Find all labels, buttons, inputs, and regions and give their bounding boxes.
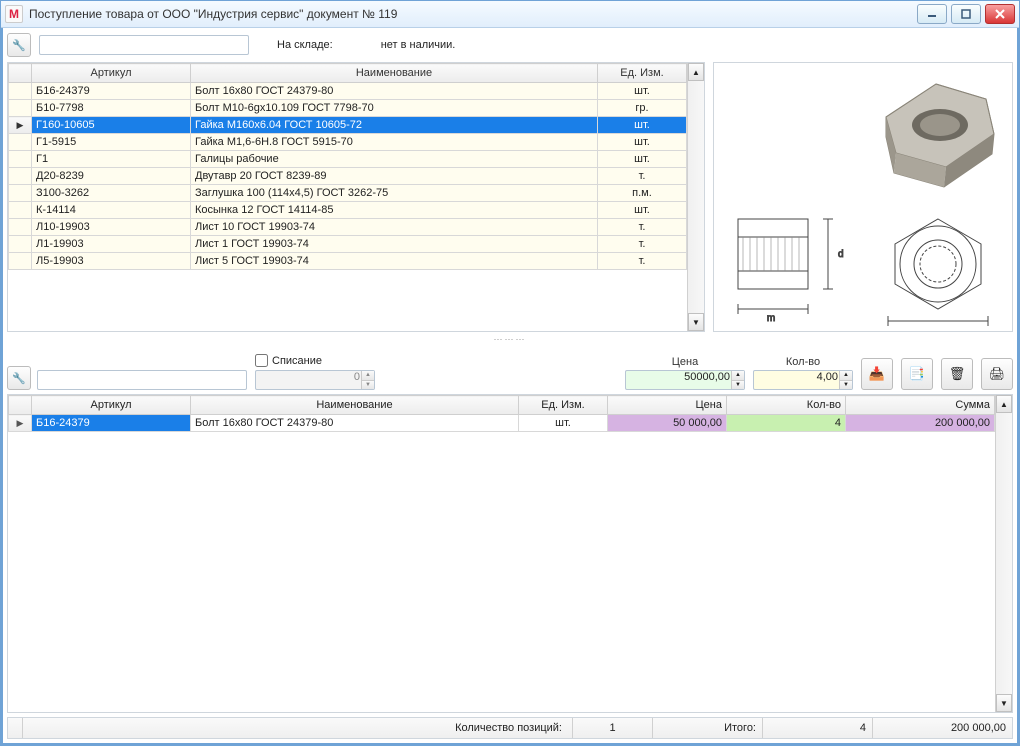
table-row[interactable]: К-14114Косынка 12 ГОСТ 14114-85шт.	[9, 202, 687, 219]
copy-line-button[interactable]: 📑	[901, 358, 933, 390]
table-row[interactable]: Л1-19903Лист 1 ГОСТ 19903-74т.	[9, 236, 687, 253]
titlebar[interactable]: М Поступление товара от ООО "Индустрия с…	[1, 1, 1019, 28]
total-label: Итого:	[652, 718, 762, 738]
svg-text:m: m	[767, 313, 775, 324]
document-scrollbar[interactable]: ▲ ▼	[995, 395, 1012, 712]
doc-col-sum[interactable]: Сумма	[846, 396, 995, 415]
qty-small-input[interactable]: 0 ▲▼	[255, 370, 375, 390]
top-filter-bar: 🔧 На складе: нет в наличии.	[7, 32, 1013, 58]
table-row[interactable]: Л10-19903Лист 10 ГОСТ 19903-74т.	[9, 219, 687, 236]
table-row[interactable]: ▶Г160-10605Гайка М160х6.04 ГОСТ 10605-72…	[9, 117, 687, 134]
spin-down[interactable]: ▼	[362, 381, 374, 390]
table-row[interactable]: Б16-24379Болт 16х80 ГОСТ 24379-80шт.	[9, 83, 687, 100]
filter-icon: 🔧	[12, 39, 26, 52]
spin-down[interactable]: ▼	[732, 381, 744, 390]
entry-search-input[interactable]	[37, 370, 247, 390]
search-input[interactable]	[39, 35, 249, 55]
app-window: М Поступление товара от ООО "Индустрия с…	[0, 0, 1020, 746]
doc-col-price[interactable]: Цена	[608, 396, 727, 415]
svg-text:s: s	[936, 325, 941, 327]
window-title: Поступление товара от ООО "Индустрия сер…	[29, 7, 911, 21]
scroll-up-button[interactable]: ▲	[996, 395, 1012, 413]
scroll-down-button[interactable]: ▼	[996, 694, 1012, 712]
price-label: Цена	[625, 356, 745, 368]
row-marker-header[interactable]	[9, 64, 32, 83]
delete-icon: 🗑	[949, 366, 966, 382]
spin-up[interactable]: ▲	[362, 371, 374, 381]
table-row[interactable]: Г1-5915Гайка М1,6-6Н.8 ГОСТ 5915-70шт.	[9, 134, 687, 151]
doc-col-article[interactable]: Артикул	[32, 396, 191, 415]
table-row[interactable]: Д20-8239Двутавр 20 ГОСТ 8239-89т.	[9, 168, 687, 185]
price-input[interactable]: 50000,00 ▲▼	[625, 370, 745, 390]
svg-text:d: d	[838, 249, 844, 260]
print-button[interactable]: 🖨	[981, 358, 1013, 390]
catalog-table[interactable]: Артикул Наименование Ед. Изм. Б16-24379Б…	[8, 63, 687, 270]
filter-button[interactable]: 🔧	[7, 33, 31, 57]
positions-value: 1	[572, 718, 652, 738]
total-sum: 200 000,00	[872, 718, 1012, 738]
col-header-article[interactable]: Артикул	[32, 64, 191, 83]
entry-tool-button[interactable]: 🔧	[7, 366, 31, 390]
catalog-panel: Артикул Наименование Ед. Изм. Б16-24379Б…	[7, 62, 705, 332]
scroll-up-button[interactable]: ▲	[688, 63, 704, 81]
table-row[interactable]: ▶Б16-24379Болт 16х80 ГОСТ 24379-80шт.50 …	[9, 415, 995, 432]
writeoff-label: Списание	[272, 355, 322, 367]
doc-row-marker-header[interactable]	[9, 396, 32, 415]
preview-pane: m d s	[713, 62, 1013, 332]
total-qty: 4	[762, 718, 872, 738]
doc-col-qty[interactable]: Кол-во	[727, 396, 846, 415]
writeoff-checkbox-input[interactable]	[255, 354, 268, 367]
scroll-down-button[interactable]: ▼	[688, 313, 704, 331]
spin-up[interactable]: ▲	[840, 371, 852, 381]
col-header-uom[interactable]: Ед. Изм.	[598, 64, 687, 83]
app-icon: М	[5, 5, 23, 23]
print-icon: 🖨	[989, 366, 1006, 382]
doc-col-uom[interactable]: Ед. Изм.	[519, 396, 608, 415]
qty-input[interactable]: 4,00 ▲▼	[753, 370, 853, 390]
table-row[interactable]: Б10-7798Болт М10-6gх10.109 ГОСТ 7798-70г…	[9, 100, 687, 117]
minimize-button[interactable]	[917, 4, 947, 24]
maximize-button[interactable]	[951, 4, 981, 24]
doc-col-name[interactable]: Наименование	[191, 396, 519, 415]
entry-bar: 🔧 Списание 0 ▲▼ Цена 50000,00	[7, 346, 1013, 390]
document-table[interactable]: Артикул Наименование Ед. Изм. Цена Кол-в…	[8, 395, 995, 432]
table-row[interactable]: Л5-19903Лист 5 ГОСТ 19903-74т.	[9, 253, 687, 270]
writeoff-checkbox[interactable]: Списание	[255, 354, 375, 367]
tool-icon: 🔧	[12, 372, 26, 385]
delete-line-button[interactable]: 🗑	[941, 358, 973, 390]
splitter-handle[interactable]: ⋯⋯⋯	[7, 336, 1013, 342]
catalog-scrollbar[interactable]: ▲ ▼	[687, 63, 704, 331]
positions-label: Количество позиций:	[22, 718, 572, 738]
totals-footer: Количество позиций: 1 Итого: 4 200 000,0…	[7, 717, 1013, 739]
add-icon: 📥	[869, 366, 885, 382]
part-drawing: m d s	[718, 67, 1008, 327]
qty-label: Кол-во	[753, 356, 853, 368]
close-button[interactable]	[985, 4, 1015, 24]
col-header-name[interactable]: Наименование	[191, 64, 598, 83]
add-line-button[interactable]: 📥	[861, 358, 893, 390]
spin-up[interactable]: ▲	[732, 371, 744, 381]
stock-label: На складе:	[277, 39, 333, 51]
table-row[interactable]: З100-3262Заглушка 100 (114х4,5) ГОСТ 326…	[9, 185, 687, 202]
copy-icon: 📑	[909, 366, 925, 382]
spin-down[interactable]: ▼	[840, 381, 852, 390]
document-panel: Артикул Наименование Ед. Изм. Цена Кол-в…	[7, 394, 1013, 713]
table-row[interactable]: Г1Галицы рабочиешт.	[9, 151, 687, 168]
stock-value: нет в наличии.	[381, 39, 456, 51]
